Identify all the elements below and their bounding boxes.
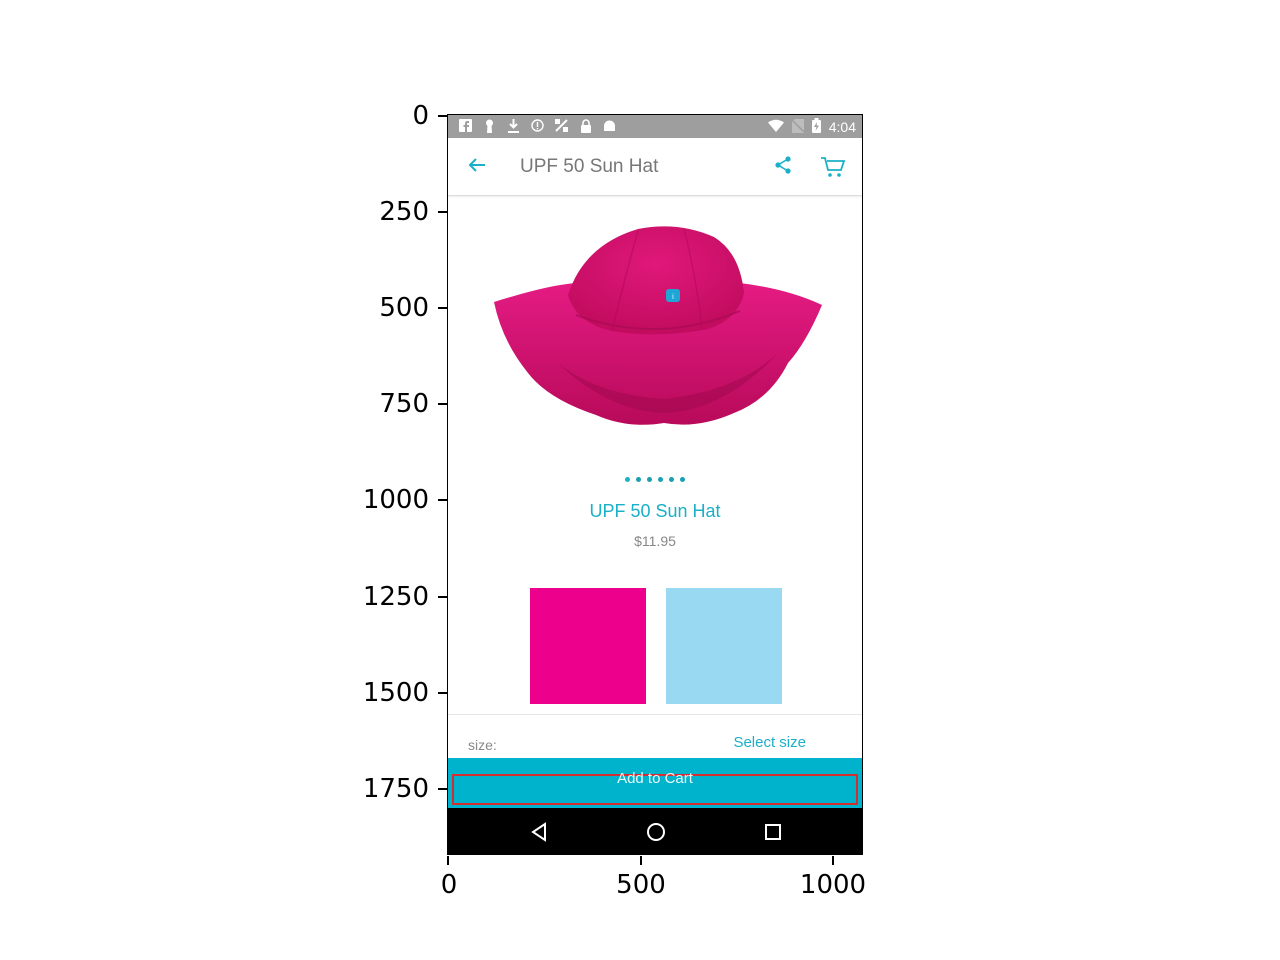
- x-tick-mark: [832, 856, 834, 865]
- carousel-dot[interactable]: [647, 477, 652, 482]
- nav-recents-icon[interactable]: [761, 820, 785, 844]
- no-sim-icon: [791, 118, 805, 136]
- carousel-dots[interactable]: [448, 477, 862, 482]
- hat-image[interactable]: i: [488, 223, 828, 433]
- carousel-dot[interactable]: [680, 477, 685, 482]
- keyhole-icon: [482, 118, 497, 133]
- color-swatch-light-blue[interactable]: [666, 588, 782, 704]
- info-icon: [530, 118, 545, 133]
- y-tick-label: 1500: [362, 678, 429, 708]
- y-tick-label: 0: [412, 101, 429, 131]
- y-tick-label: 1000: [362, 485, 429, 515]
- status-bar: 4:04: [448, 115, 862, 138]
- y-tick-mark: [438, 403, 447, 405]
- android-icon: [602, 118, 617, 133]
- divider: [448, 714, 862, 715]
- y-tick-mark: [438, 692, 447, 694]
- y-tick-mark: [438, 211, 447, 213]
- y-tick-label: 750: [379, 389, 429, 419]
- size-label: size:: [468, 737, 497, 753]
- y-tick-mark: [438, 788, 447, 790]
- satellite-icon: [554, 118, 569, 133]
- carousel-dot[interactable]: [625, 477, 630, 482]
- color-swatch-pink[interactable]: [530, 588, 646, 704]
- facebook-icon: [458, 118, 473, 133]
- back-arrow-icon[interactable]: [468, 154, 486, 178]
- carousel-dot[interactable]: [669, 477, 674, 482]
- nav-back-icon[interactable]: [527, 820, 551, 844]
- x-tick-mark: [640, 856, 642, 865]
- battery-charging-icon: [811, 118, 821, 136]
- cart-icon[interactable]: [820, 156, 846, 178]
- share-icon[interactable]: [774, 156, 794, 176]
- y-tick-label: 500: [379, 293, 429, 323]
- x-tick-mark: [447, 856, 449, 865]
- product-name: UPF 50 Sun Hat: [589, 501, 721, 521]
- x-tick-label: 500: [616, 870, 666, 900]
- lock-icon: [578, 118, 593, 133]
- carousel-dot[interactable]: [636, 477, 641, 482]
- nav-home-icon[interactable]: [644, 820, 668, 844]
- carousel-dot[interactable]: [658, 477, 663, 482]
- svg-text:i: i: [672, 293, 674, 301]
- status-time: 4:04: [828, 119, 856, 135]
- x-tick-label: 0: [440, 870, 458, 900]
- download-icon: [506, 118, 521, 133]
- y-tick-label: 250: [379, 197, 429, 227]
- select-size-link[interactable]: Select size: [733, 734, 806, 751]
- system-nav-bar: [448, 808, 862, 854]
- add-to-cart-label: Add to Cart: [617, 770, 693, 787]
- page-title: UPF 50 Sun Hat: [520, 156, 659, 177]
- add-to-cart-button[interactable]: Add to Cart: [452, 770, 858, 805]
- y-tick-label: 1250: [362, 582, 429, 612]
- y-tick-mark: [438, 499, 447, 501]
- product-price: $11.95: [634, 533, 676, 549]
- y-tick-mark: [438, 307, 447, 309]
- y-tick-mark: [438, 115, 447, 117]
- y-tick-mark: [438, 596, 447, 598]
- y-tick-label: 1750: [362, 774, 429, 804]
- x-tick-label: 1000: [799, 870, 867, 900]
- wifi-icon: [767, 119, 784, 135]
- app-bar: UPF 50 Sun Hat: [448, 138, 862, 196]
- phone-screen: 4:04 UPF 50 Sun Hat i UPF 50 Sun Hat $11…: [447, 114, 863, 855]
